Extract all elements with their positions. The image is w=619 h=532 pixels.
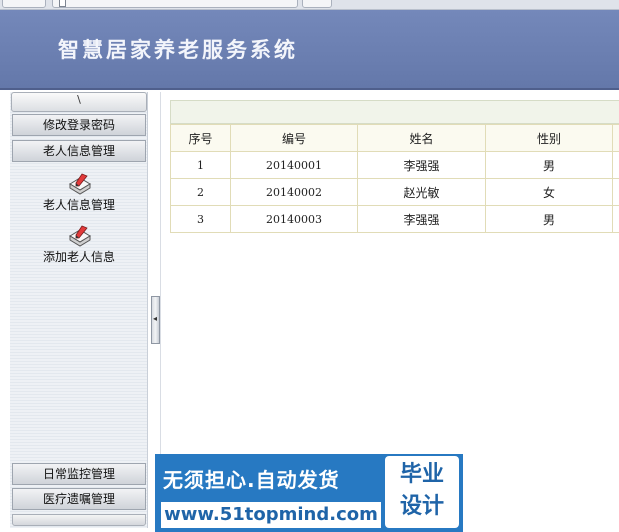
collapse-arrow-icon: ◂ (153, 314, 158, 323)
sub-item-elder-info-manage[interactable]: 老人信息管理 (12, 172, 146, 212)
cell-name: 李强强 (357, 205, 486, 233)
cell-more (612, 178, 619, 206)
sub-item-label: 添加老人信息 (42, 250, 115, 264)
menu-elder-info-panel: 老人信息管理 添加老人信息 (12, 162, 146, 462)
col-header-more (612, 124, 619, 152)
cell-gender: 男 (485, 151, 613, 179)
table-row[interactable]: 3 20140003 李强强 男 (170, 205, 619, 233)
watermark-badge-line1: 毕业 (399, 462, 444, 487)
table-header-row: 序号 编号 姓名 性别 (170, 124, 619, 152)
watermark-url: www.51topmind.com (161, 502, 381, 528)
browser-tab[interactable] (2, 0, 46, 8)
browser-tab-active[interactable] (52, 0, 298, 8)
collapse-glyph: \ (77, 93, 81, 106)
cell-name: 赵光敏 (357, 178, 486, 206)
app-header: 智慧居家养老服务系统 (0, 10, 619, 88)
main-content: 序号 编号 姓名 性别 1 20140001 李强强 男 2 20140002 … (170, 100, 619, 233)
cell-name: 李强强 (357, 151, 486, 179)
sidebar-bottom-bar (12, 514, 146, 526)
cell-code: 20140001 (230, 151, 358, 179)
cell-more (612, 151, 619, 179)
app-title: 智慧居家养老服务系统 (58, 37, 298, 62)
pen-document-icon (69, 225, 91, 247)
sub-item-add-elder[interactable]: 添加老人信息 (12, 224, 146, 264)
content-toolbar (170, 100, 619, 124)
watermark-banner: 无须担心.自动发货 www.51topmind.com 毕业 设计 (155, 454, 463, 532)
sidebar-collapse-bar[interactable]: \ (11, 92, 147, 112)
header-divider (0, 88, 619, 90)
table-row[interactable]: 1 20140001 李强强 男 (170, 151, 619, 179)
cell-index: 3 (170, 205, 231, 233)
cell-more (612, 205, 619, 233)
cell-code: 20140003 (230, 205, 358, 233)
browser-tab-strip (0, 0, 619, 10)
sub-item-label: 老人信息管理 (42, 198, 115, 212)
watermark-badge-line2: 设计 (399, 494, 444, 519)
elder-table: 序号 编号 姓名 性别 1 20140001 李强强 男 2 20140002 … (170, 124, 619, 233)
cell-code: 20140002 (230, 178, 358, 206)
col-header-name: 姓名 (357, 124, 486, 152)
menu-elder-info[interactable]: 老人信息管理 (12, 140, 146, 162)
menu-change-password[interactable]: 修改登录密码 (12, 114, 146, 136)
pen-document-icon (69, 173, 91, 195)
watermark-badge: 毕业 设计 (385, 456, 459, 528)
cell-index: 1 (170, 151, 231, 179)
new-tab-button[interactable] (302, 0, 332, 8)
col-header-code: 编号 (230, 124, 358, 152)
page-icon (59, 0, 66, 7)
cell-gender: 男 (485, 205, 613, 233)
menu-daily-monitor[interactable]: 日常监控管理 (12, 463, 146, 485)
watermark-line1: 无须担心.自动发货 (163, 468, 340, 492)
cell-index: 2 (170, 178, 231, 206)
sidebar: \ 修改登录密码 老人信息管理 老人信息管理 添加老人信息 日常监控管理 医疗遗… (10, 92, 148, 528)
col-header-index: 序号 (170, 124, 231, 152)
menu-medical-will[interactable]: 医疗遗嘱管理 (12, 488, 146, 510)
sidebar-toggle-handle[interactable]: ◂ (151, 296, 160, 344)
table-row[interactable]: 2 20140002 赵光敏 女 (170, 178, 619, 206)
cell-gender: 女 (485, 178, 613, 206)
col-header-gender: 性别 (485, 124, 613, 152)
